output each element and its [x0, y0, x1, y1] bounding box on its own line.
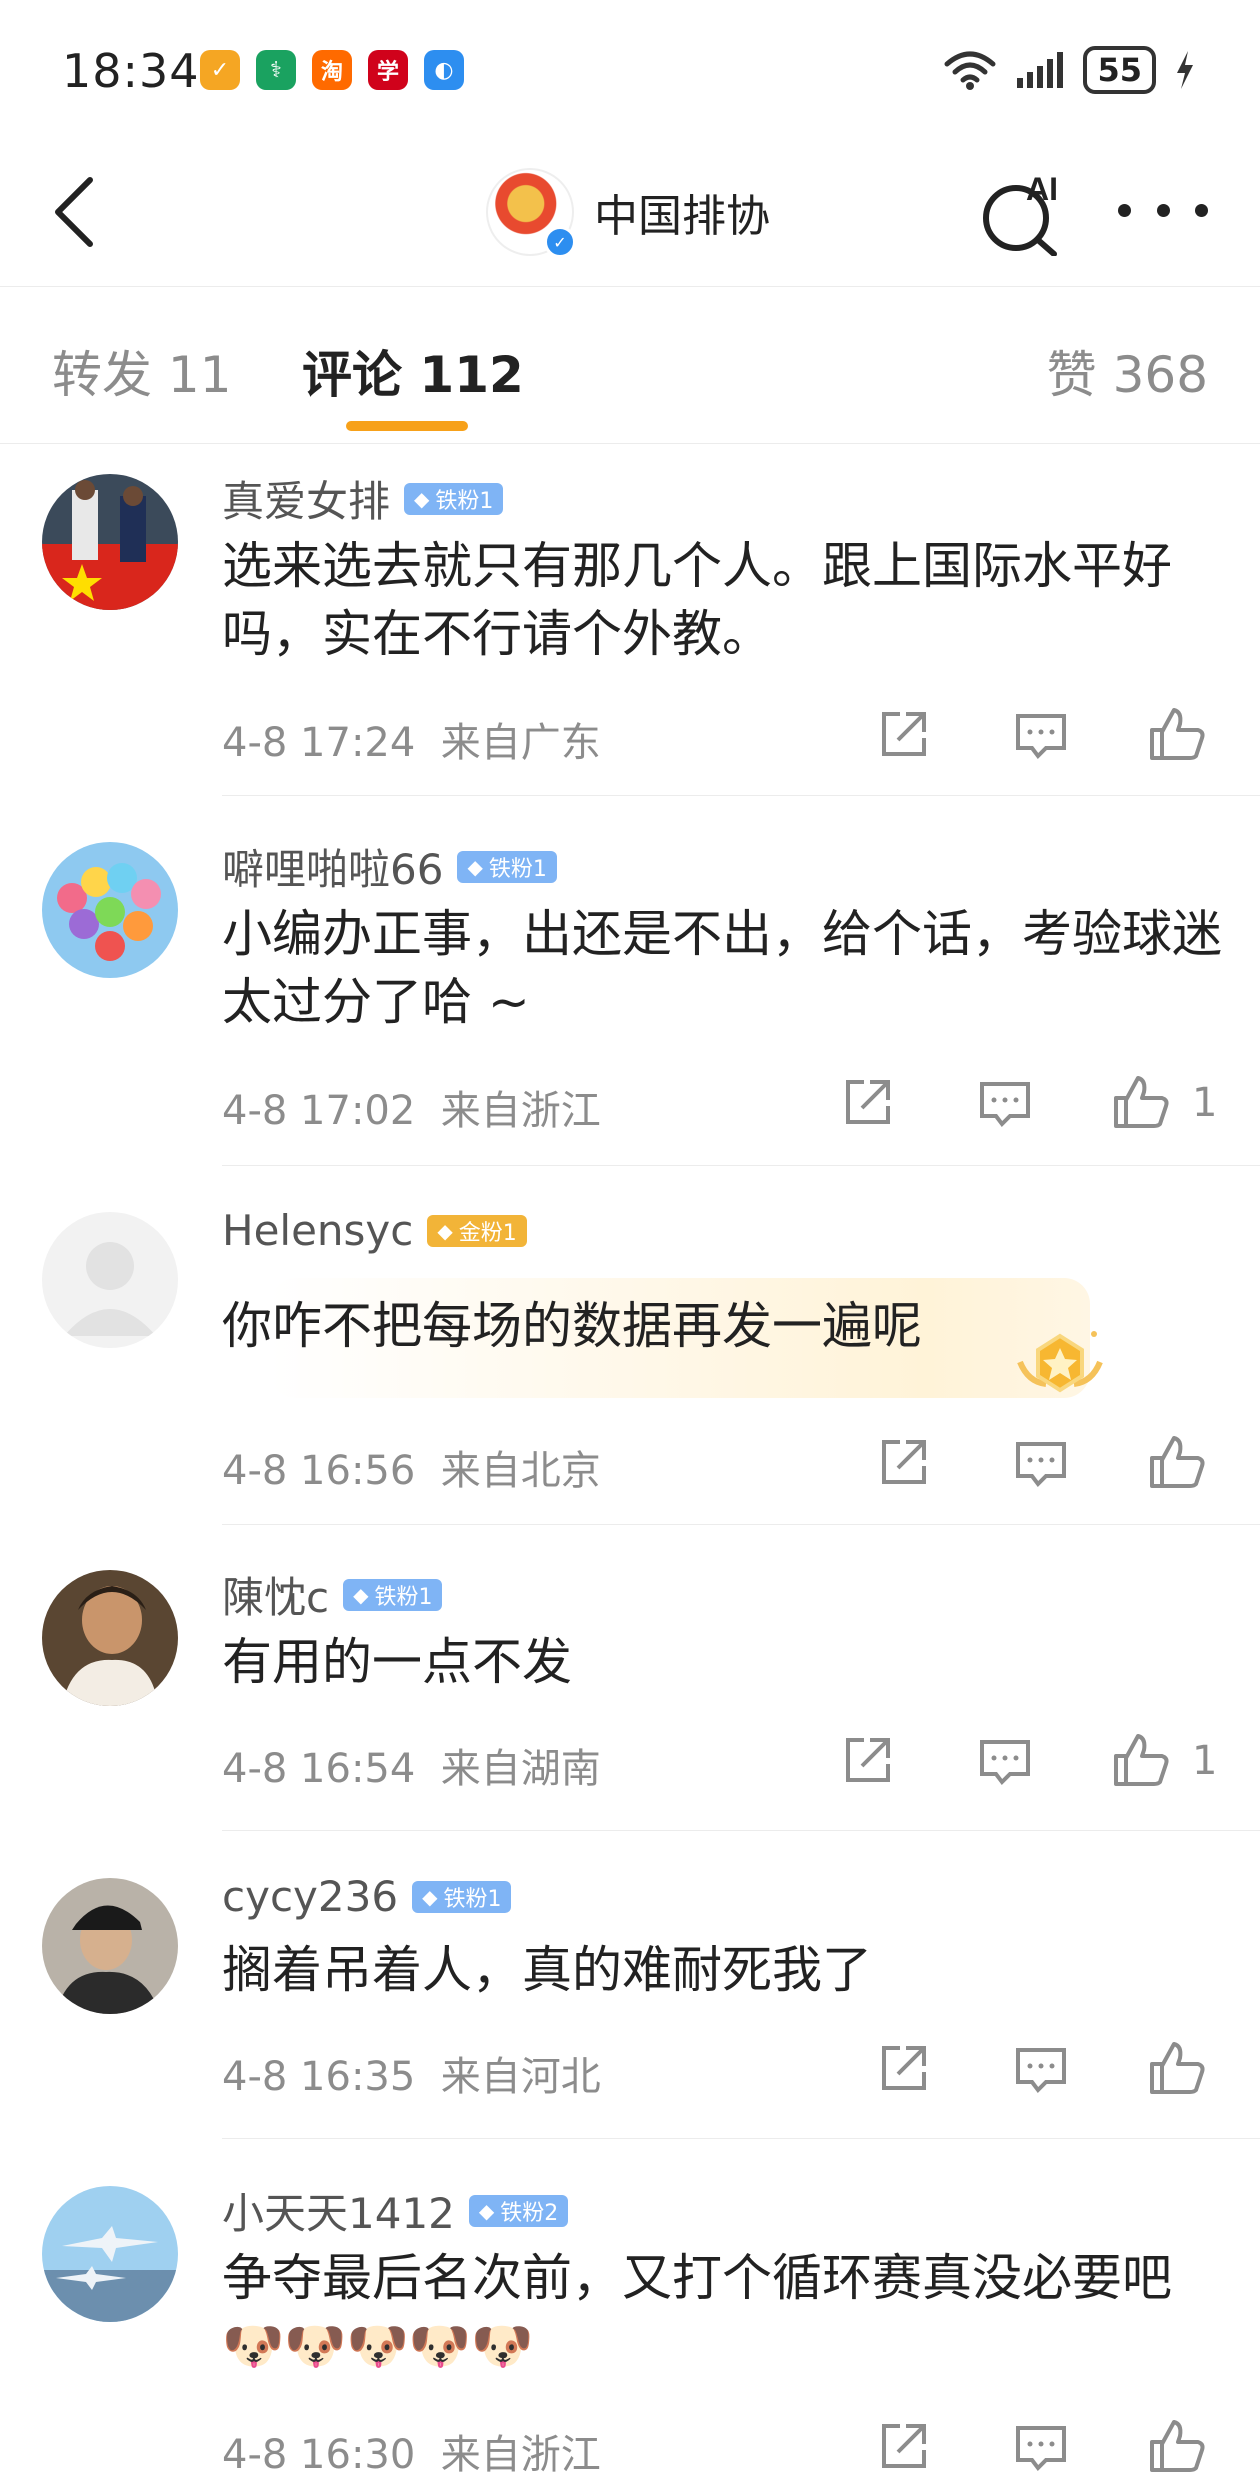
fan-badge: ◆ 铁粉1 [412, 1880, 512, 1913]
account-header[interactable]: ✓ 中国排协 [486, 168, 770, 258]
username[interactable]: 陳忱c [222, 1564, 329, 1625]
username[interactable]: cycy236 [222, 1872, 398, 1921]
username[interactable]: 噼哩啪啦66 [222, 836, 443, 897]
comment-header: 噼哩啪啦66 ◆ 铁粉1 [222, 836, 557, 897]
wifi-icon [944, 51, 996, 90]
like-count: 1 [1192, 1080, 1218, 1126]
app-icon-2: ⚕ [256, 50, 296, 90]
like-icon[interactable] [1146, 1432, 1208, 1494]
avatar[interactable] [42, 842, 178, 978]
comment-text: 选来选去就只有那几个人。跟上国际水平好吗，实在不行请个外教。 [222, 537, 1172, 663]
fan-badge: ◆ 金粉1 [427, 1214, 527, 1247]
tab-likes[interactable]: 赞 368 [1047, 335, 1208, 407]
top-navbar: ✓ 中国排协 AI [0, 140, 1260, 287]
ai-label: AI [1026, 171, 1058, 207]
share-icon[interactable] [836, 1072, 898, 1134]
account-name[interactable]: 中国排协 [594, 180, 770, 244]
app-icon-xuexi: 学 [368, 50, 408, 90]
comment-header: Helensyc ◆ 金粉1 [222, 1206, 527, 1255]
username[interactable]: Helensyc [222, 1206, 413, 1255]
comment-text: 争夺最后名次前，又打个循环赛真没必要吧 🐶🐶🐶🐶🐶 [222, 2244, 1222, 2380]
doge-emoji: 🐶🐶🐶🐶🐶 [222, 2317, 534, 2375]
reply-icon[interactable] [1010, 2038, 1072, 2100]
fan-badge: ◆ 铁粉2 [468, 2194, 569, 2227]
tab-comments[interactable]: 评论 112 [302, 335, 524, 407]
divider [222, 2138, 1260, 2139]
like-icon[interactable] [1110, 1072, 1172, 1134]
ai-search-icon[interactable]: AI [976, 166, 1076, 256]
diamond-icon: ◆ [467, 854, 483, 879]
comment-actions: 1 [0, 1730, 1260, 1800]
verified-icon: ✓ [544, 226, 576, 258]
avatar[interactable] [42, 474, 178, 610]
comment-header: cycy236 ◆ 铁粉1 [222, 1872, 512, 1921]
status-time: 18:34 [62, 44, 200, 98]
fan-badge: ◆ 铁粉1 [404, 482, 504, 515]
comment-actions [0, 2038, 1260, 2108]
avatar[interactable] [42, 1878, 178, 2014]
reply-icon[interactable] [1010, 1432, 1072, 1494]
comment-text: 你咋不把每场的数据再发一遍呢 [222, 1297, 922, 1355]
avatar[interactable] [42, 2186, 178, 2322]
divider [222, 1165, 1260, 1166]
divider [222, 1524, 1260, 1525]
reply-icon[interactable] [974, 1730, 1036, 1792]
divider [222, 795, 1260, 796]
comment-header: 真爱女排 ◆ 铁粉1 [222, 468, 504, 529]
reply-icon[interactable] [974, 1072, 1036, 1134]
comment-header: 陳忱c ◆ 铁粉1 [222, 1564, 443, 1625]
fan-badge: ◆ 铁粉1 [343, 1578, 443, 1611]
more-options-icon[interactable] [1118, 190, 1208, 230]
charging-icon [1177, 51, 1193, 89]
share-icon[interactable] [836, 1730, 898, 1792]
share-icon[interactable] [872, 1432, 934, 1494]
comment-actions [0, 2416, 1260, 2486]
comment-text-body: 争夺最后名次前，又打个循环赛真没必要吧 [222, 2249, 1172, 2307]
share-icon[interactable] [872, 2038, 934, 2100]
tab-bar: 转发 11 评论 112 赞 368 [0, 287, 1260, 444]
diamond-icon: ◆ [478, 2198, 495, 2223]
avatar[interactable] [42, 1212, 178, 1348]
like-count: 1 [1192, 1738, 1218, 1784]
status-indicators: 55 [943, 46, 1196, 94]
battery-level: 55 [1083, 46, 1156, 94]
avatar[interactable] [42, 1570, 178, 1706]
comment-header: 小天天1412 ◆ 铁粉2 [222, 2180, 569, 2241]
signal-icon [1017, 52, 1064, 88]
comment-actions [0, 1432, 1260, 1502]
notification-icons: ✓ ⚕ 淘 学 ◐ [200, 50, 464, 90]
diamond-icon: ◆ [422, 1884, 438, 1909]
comment-actions: 1 [0, 1072, 1260, 1142]
share-icon[interactable] [872, 704, 934, 766]
app-icon-browser: ◐ [424, 50, 464, 90]
like-icon[interactable] [1146, 704, 1208, 766]
comment-text: 搁着吊着人，真的难耐死我了 [222, 1941, 872, 1999]
tab-reposts[interactable]: 转发 11 [52, 335, 232, 407]
fan-badge: ◆ 铁粉1 [457, 850, 557, 883]
divider [222, 1830, 1260, 1831]
account-avatar[interactable]: ✓ [486, 168, 576, 258]
username[interactable]: 小天天1412 [222, 2180, 455, 2241]
comment-text: 小编办正事，出还是不出，给个话，考验球迷太过分了哈 ~ [222, 905, 1222, 1031]
like-icon[interactable] [1110, 1730, 1172, 1792]
crown-icon: ◆ [437, 1218, 453, 1243]
app-icon-1: ✓ [200, 50, 240, 90]
username[interactable]: 真爱女排 [222, 468, 390, 529]
active-tab-indicator [346, 421, 468, 431]
reply-icon[interactable] [1010, 2416, 1072, 2478]
comment-text: 有用的一点不发 [222, 1633, 572, 1691]
like-icon[interactable] [1146, 2038, 1208, 2100]
diamond-icon: ◆ [353, 1582, 369, 1607]
diamond-icon: ◆ [414, 486, 430, 511]
status-bar: 18:34 ✓ ⚕ 淘 学 ◐ 55 [0, 0, 1260, 140]
back-icon[interactable] [40, 170, 110, 254]
share-icon[interactable] [872, 2416, 934, 2478]
reply-icon[interactable] [1010, 704, 1072, 766]
comment-actions [0, 704, 1260, 774]
app-icon-taobao: 淘 [312, 50, 352, 90]
like-icon[interactable] [1146, 2416, 1208, 2478]
